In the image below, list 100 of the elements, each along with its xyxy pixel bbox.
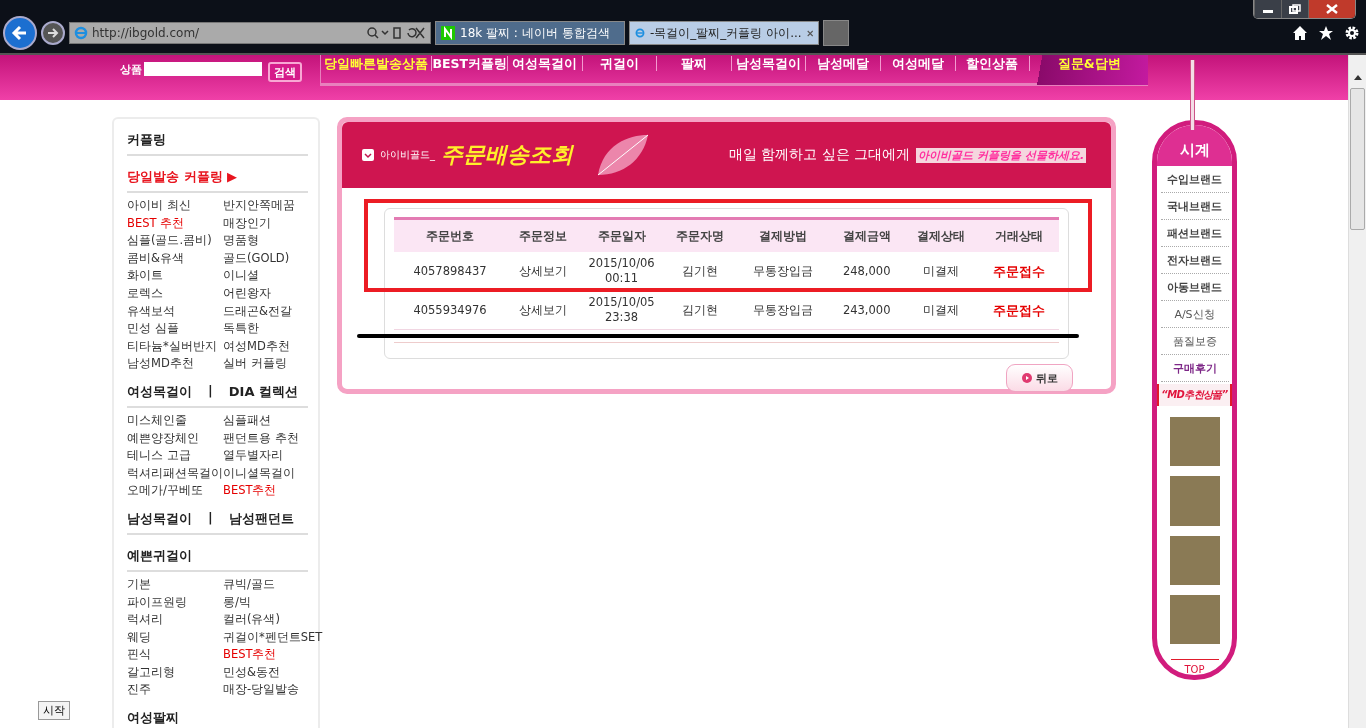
address-tools-icon[interactable]: [366, 26, 426, 40]
photo-placeholder[interactable]: [1169, 417, 1220, 467]
nav-link[interactable]: 여성메달: [881, 56, 956, 71]
browser-tab[interactable]: 18k 팔찌 : 네이버 통합검색: [435, 21, 625, 45]
category-heading[interactable]: 여성팔찌: [127, 709, 179, 728]
category-link[interactable]: 매장인기: [223, 214, 308, 233]
category-link[interactable]: 팬던트용 추천: [223, 429, 308, 448]
brand-link[interactable]: 패션브랜드: [1160, 220, 1229, 247]
category-link[interactable]: BEST추천: [223, 482, 308, 500]
favorites-star-icon[interactable]: [1318, 25, 1334, 41]
category-link[interactable]: 웨딩: [127, 628, 223, 647]
category-link[interactable]: 유색보석: [127, 302, 223, 321]
brand-link[interactable]: A/S신청: [1160, 301, 1229, 328]
category-link[interactable]: 민성 심플: [127, 320, 223, 338]
category-heading[interactable]: 여성목걸이: [127, 382, 192, 401]
category-link[interactable]: 열두별자리: [223, 447, 308, 465]
back-link-button[interactable]: 뒤로: [1006, 364, 1073, 392]
category-link[interactable]: 심플패션: [223, 411, 308, 430]
search-button[interactable]: 검색: [268, 62, 302, 82]
scroll-thumb[interactable]: [1350, 88, 1365, 230]
category-link[interactable]: 반지안쪽메꿈: [223, 197, 308, 215]
category-heading[interactable]: 남성목걸이: [127, 509, 192, 528]
category-heading[interactable]: |: [208, 509, 213, 528]
category-link[interactable]: 어린왕자: [223, 284, 308, 303]
top-link[interactable]: TOP: [1170, 659, 1219, 675]
start-button[interactable]: 시작: [38, 701, 70, 720]
detail-link[interactable]: 상세보기: [506, 290, 581, 330]
column-header: 주문자명: [662, 218, 738, 252]
brand-link[interactable]: 전자브랜드: [1160, 247, 1229, 274]
category-link[interactable]: 명품형: [223, 232, 308, 250]
category-link[interactable]: 민성&동전: [223, 663, 323, 682]
minimize-button[interactable]: [1254, 0, 1281, 18]
category-heading[interactable]: |: [208, 382, 213, 401]
brand-link[interactable]: 구매후기: [1160, 355, 1229, 382]
category-link[interactable]: 심플(골드.콤비): [127, 232, 223, 250]
brand-link[interactable]: 아동브랜드: [1160, 274, 1229, 301]
category-link[interactable]: 여성MD추천: [223, 337, 308, 356]
category-heading[interactable]: 남성팬던트: [228, 509, 294, 528]
search-field[interactable]: [144, 62, 262, 76]
nav-link[interactable]: 남성메달: [806, 56, 882, 71]
nav-link[interactable]: 당일빠른발송상품: [321, 56, 433, 71]
category-heading[interactable]: 커플링: [127, 131, 166, 149]
category-link[interactable]: 롱/빅: [223, 593, 323, 612]
settings-icon[interactable]: [1344, 25, 1360, 41]
category-link[interactable]: 갈고리형: [127, 663, 223, 682]
category-link[interactable]: 기본: [127, 575, 223, 594]
category-link[interactable]: 독특한: [223, 320, 308, 338]
category-link[interactable]: 미스체인줄: [127, 411, 223, 430]
category-link[interactable]: 매장-당일발송: [223, 681, 323, 700]
close-tab-icon[interactable]: [806, 28, 813, 38]
category-link[interactable]: 핀식: [127, 646, 223, 664]
scrollbar[interactable]: [1348, 55, 1366, 728]
category-link[interactable]: 오메가/꾸베또: [127, 482, 223, 500]
detail-link[interactable]: 상세보기: [506, 252, 581, 291]
category-link[interactable]: 이니셜목걸이: [223, 464, 308, 483]
scroll-up-icon[interactable]: [1353, 75, 1362, 80]
brand-link[interactable]: 품질보증: [1160, 328, 1229, 355]
category-heading[interactable]: 예쁜귀걸이: [127, 546, 192, 565]
category-link[interactable]: 남성MD추천: [127, 355, 223, 373]
brand-link[interactable]: 수입브랜드: [1160, 166, 1229, 193]
category-link[interactable]: 컬러(유색): [223, 611, 323, 629]
category-link[interactable]: 콤비&유색: [127, 249, 223, 268]
promo-link[interactable]: 당일발송 커플링 ▶: [127, 168, 238, 186]
category-link[interactable]: 이니셜: [223, 267, 308, 285]
category-link[interactable]: 골드(GOLD): [223, 249, 308, 268]
category-link[interactable]: 귀걸이*펜던트SET: [223, 628, 323, 647]
forward-button[interactable]: [41, 21, 65, 45]
category-link[interactable]: 럭셔리: [127, 611, 223, 629]
category-link[interactable]: 파이프원링: [127, 593, 223, 612]
nav-link[interactable]: BEST커플링: [432, 56, 508, 71]
address-field[interactable]: http://ibgold.com/: [69, 22, 431, 44]
home-icon[interactable]: [1292, 25, 1308, 41]
nav-link[interactable]: 여성목걸이: [508, 56, 583, 71]
browser-tab[interactable]: -목걸이_팔찌_커플링 아이...: [629, 21, 819, 45]
category-link[interactable]: 로렉스: [127, 284, 223, 303]
category-link[interactable]: 드래곤&전갈: [223, 302, 308, 321]
category-link[interactable]: 진주: [127, 681, 223, 700]
restore-icon: [1289, 4, 1301, 14]
category-link[interactable]: 아이비 최신: [127, 197, 223, 215]
brand-link[interactable]: 국내브랜드: [1160, 193, 1229, 220]
nav-link[interactable]: 할인상품: [955, 56, 1031, 71]
category-link[interactable]: 화이트: [127, 267, 223, 285]
category-link[interactable]: 티타늄*실버반지: [127, 337, 223, 356]
nav-link[interactable]: 남성목걸이: [731, 56, 807, 71]
back-button[interactable]: [3, 16, 37, 50]
photo-placeholder[interactable]: [1169, 594, 1220, 644]
close-window-button[interactable]: [1308, 0, 1355, 18]
category-link[interactable]: 예쁜양장체인: [127, 429, 223, 448]
category-heading[interactable]: DIA 컬렉션: [228, 382, 298, 401]
photo-placeholder[interactable]: [1169, 535, 1220, 585]
category-link[interactable]: 테니스 고급: [127, 447, 223, 465]
nav-link[interactable]: 팔찌: [657, 56, 732, 71]
category-link[interactable]: 럭셔리패션목걸이: [127, 464, 223, 483]
slogan-text: 매일 함께하고 싶은 그대에게: [729, 146, 911, 164]
category-link[interactable]: BEST 추천: [127, 214, 223, 233]
nav-link[interactable]: 귀걸이: [582, 56, 658, 71]
restore-button[interactable]: [1281, 0, 1308, 18]
category-link[interactable]: BEST추천: [223, 646, 323, 664]
category-link[interactable]: 실버 커플링: [223, 355, 308, 373]
category-link[interactable]: 큐빅/골드: [223, 575, 323, 594]
